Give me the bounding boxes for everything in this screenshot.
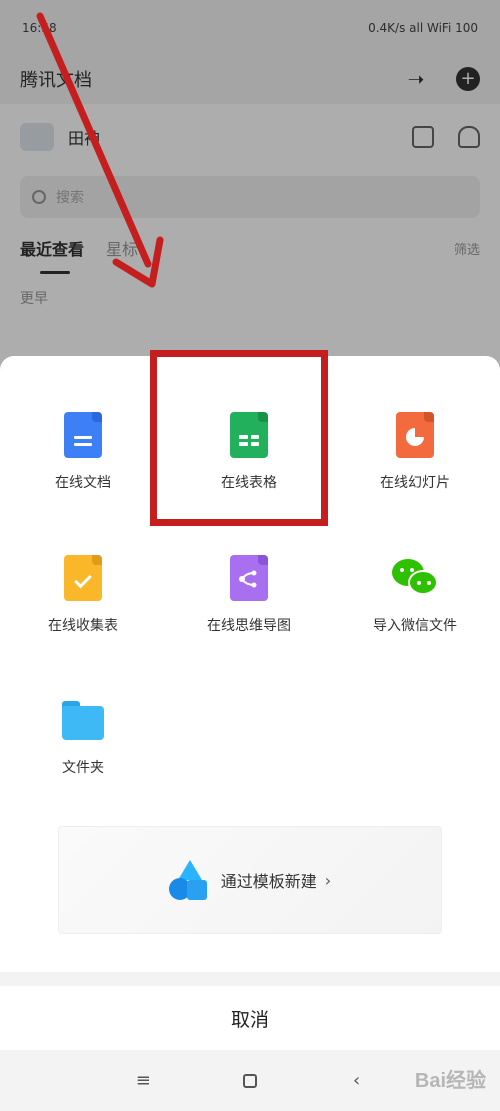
chevron-right-icon: › [324,870,332,890]
watermark-logo: Bai经验 [414,1070,486,1092]
annotation-arrow [36,12,164,288]
create-online-slides-label: 在线幻灯片 [380,475,450,491]
back-icon[interactable]: ‹ [342,1066,372,1096]
home-icon [242,1073,257,1088]
cancel-button[interactable]: 取消 [0,986,500,1050]
import-wechat-file-label: 导入微信文件 [373,618,457,634]
sheet-divider [0,972,500,986]
shapes-icon [168,860,209,900]
menu-icon[interactable]: ≡ [128,1066,158,1096]
import-wechat-file[interactable]: 导入微信文件 [345,555,485,635]
doc-icon [60,412,106,458]
home-button[interactable] [235,1066,265,1096]
new-from-template-label: 通过模板新建 [220,872,317,891]
mindmap-icon [226,555,272,601]
new-from-template-button[interactable]: 通过模板新建 › [58,826,442,934]
create-folder[interactable]: 文件夹 [13,697,153,777]
annotation-highlight-box [150,350,328,526]
create-online-doc[interactable]: 在线文档 [13,412,153,492]
wechat-icon [392,555,438,601]
folder-icon [60,697,106,743]
create-online-slides[interactable]: 在线幻灯片 [345,412,485,492]
form-icon [60,555,106,601]
create-folder-label: 文件夹 [62,760,104,776]
create-online-doc-label: 在线文档 [55,475,111,491]
create-online-form-label: 在线收集表 [48,618,118,634]
create-online-form[interactable]: 在线收集表 [13,555,153,635]
create-online-mindmap[interactable]: 在线思维导图 [179,555,319,635]
slides-icon [392,412,438,458]
create-online-mindmap-label: 在线思维导图 [207,618,291,634]
